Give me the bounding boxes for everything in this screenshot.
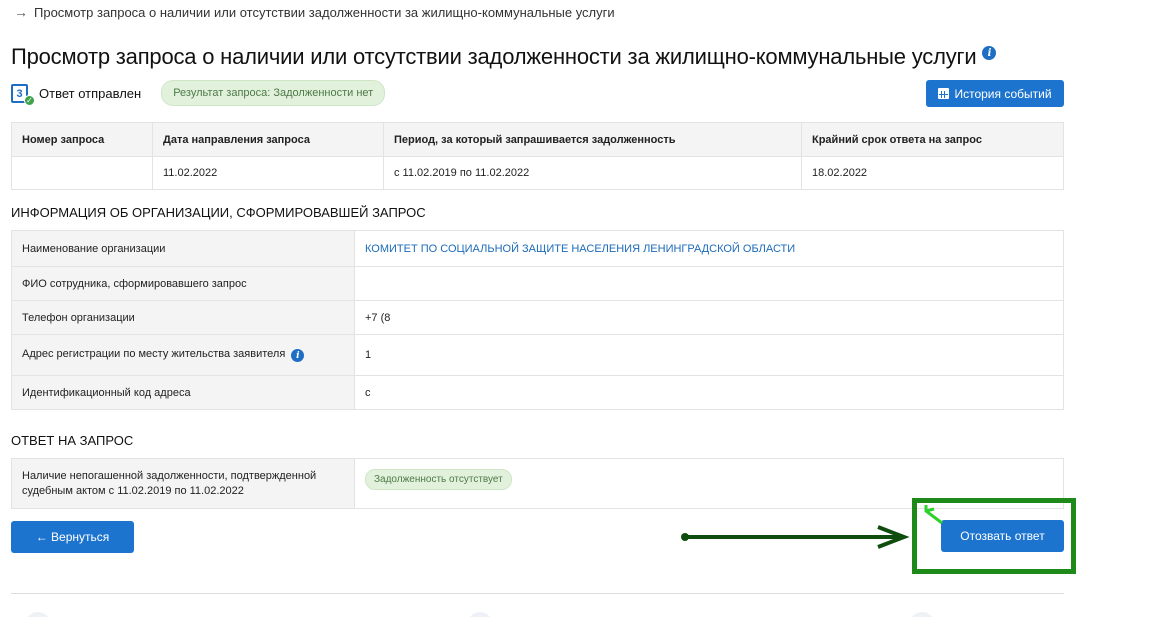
row-value-address: 1 (354, 334, 1064, 376)
table-header-row: Номер запроса Дата направления запроса П… (11, 122, 1064, 157)
row-value-employee-name (354, 266, 1064, 301)
table-row: Наименование организации КОМИТЕТ ПО СОЦИ… (11, 230, 1064, 267)
annotation-arrow (681, 525, 910, 549)
row-key-address-code: Идентификационный код адреса (11, 375, 355, 410)
cell-deadline: 18.02.2022 (801, 156, 1064, 190)
row-key-address: Адрес регистрации по месту жительства за… (11, 334, 355, 376)
debt-key-line1: Наличие непогашенной задолженности, подт… (22, 469, 317, 482)
table-row: 11.02.2022 с 11.02.2019 по 11.02.2022 18… (11, 156, 1064, 190)
request-table: Номер запроса Дата направления запроса П… (11, 122, 1064, 190)
breadcrumb-arrow-icon: → (14, 4, 28, 20)
result-badge: Результат запроса: Задолженности нет (161, 80, 386, 106)
debt-key-line2: судебным актом с 11.02.2019 по 11.02.202… (22, 484, 244, 497)
info-icon[interactable]: i (982, 46, 997, 60)
header-deadline: Крайний срок ответа на запрос (801, 122, 1064, 157)
footer-circle-icon (26, 612, 50, 617)
answer-section-title: ОТВЕТ НА ЗАПРОС (11, 433, 134, 448)
footer-divider (11, 593, 1064, 594)
org-section-title: ИНФОРМАЦИЯ ОБ ОРГАНИЗАЦИИ, СФОРМИРОВАВШЕ… (11, 205, 426, 220)
address-info-icon[interactable]: i (291, 349, 305, 363)
row-key-phone: Телефон организации (11, 300, 355, 335)
history-button-label: История событий (954, 86, 1052, 101)
row-key-debt: Наличие непогашенной задолженности, подт… (11, 458, 355, 509)
debt-status-badge: Задолженность отсутствует (365, 469, 512, 490)
table-row: ФИО сотрудника, сформировавшего запрос (11, 266, 1064, 301)
cell-request-number (11, 156, 153, 190)
table-row: Адрес регистрации по месту жительства за… (11, 334, 1064, 376)
breadcrumb-link[interactable]: Просмотр запроса о наличии или отсутстви… (34, 5, 615, 20)
cell-request-date: 11.02.2022 (152, 156, 384, 190)
page-root: → Просмотр запроса о наличии или отсутст… (0, 0, 1161, 617)
row-key-employee-name: ФИО сотрудника, сформировавшего запрос (11, 266, 355, 301)
cell-period: с 11.02.2019 по 11.02.2022 (383, 156, 802, 190)
answer-table: Наличие непогашенной задолженности, подт… (11, 458, 1064, 509)
status-label: Ответ отправлен (39, 85, 142, 101)
row-key-org-name: Наименование организации (11, 230, 355, 267)
row-value-phone: +7 (8 (354, 300, 1064, 335)
revoke-answer-button[interactable]: Отозвать ответ (941, 520, 1064, 552)
calendar-icon (938, 88, 950, 99)
check-icon: ✓ (24, 95, 35, 106)
history-button[interactable]: История событий (926, 80, 1064, 107)
row-value-org-name[interactable]: КОМИТЕТ ПО СОЦИАЛЬНОЙ ЗАЩИТЕ НАСЕЛЕНИЯ Л… (354, 230, 1064, 267)
address-label: Адрес регистрации по месту жительства за… (22, 347, 286, 360)
table-row: Наличие непогашенной задолженности, подт… (11, 458, 1064, 509)
page-title-text: Просмотр запроса о наличии или отсутстви… (11, 44, 977, 69)
breadcrumb: → Просмотр запроса о наличии или отсутст… (14, 4, 615, 20)
footer-circle-icon (468, 612, 492, 617)
back-button[interactable]: ← Вернуться (11, 521, 134, 553)
table-row: Телефон организации +7 (8 (11, 300, 1064, 335)
table-row: Идентификационный код адреса c (11, 375, 1064, 410)
org-info-table: Наименование организации КОМИТЕТ ПО СОЦИ… (11, 230, 1064, 410)
row-value-address-code: c (354, 375, 1064, 410)
header-request-date: Дата направления запроса (152, 122, 384, 157)
annotation-corner-mark (924, 505, 943, 525)
document-sent-icon: 3 ✓ (11, 82, 35, 106)
footer-circle-icon (910, 612, 934, 617)
header-request-number: Номер запроса (11, 122, 153, 157)
status-row: 3 ✓ Ответ отправлен Результат запроса: З… (11, 80, 386, 106)
page-title: Просмотр запроса о наличии или отсутстви… (11, 44, 997, 70)
row-value-debt: Задолженность отсутствует (354, 458, 1064, 509)
header-period: Период, за который запрашивается задолже… (383, 122, 802, 157)
